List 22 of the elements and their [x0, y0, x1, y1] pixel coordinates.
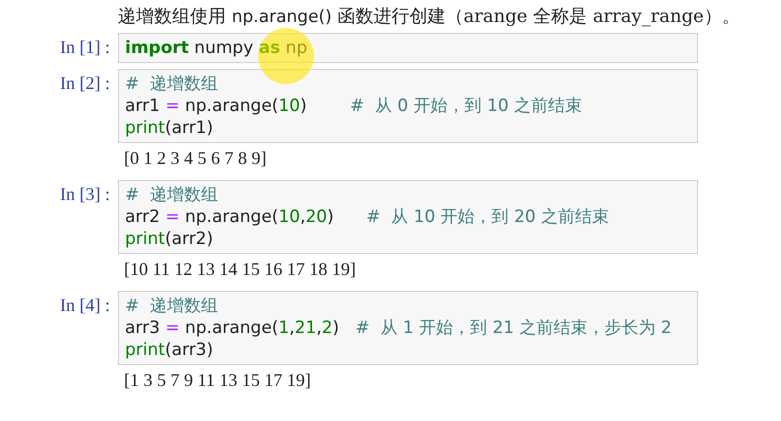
cell-output: [1 3 5 7 9 11 13 15 17 19]: [123, 369, 312, 392]
code-line: print(arr2): [125, 228, 214, 250]
cell-prompt: In [1] :: [60, 36, 110, 59]
code-line: arr3 = np.arange(1,21,2) # 从 1 开始，到 21 之前结束，步长为 2: [125, 317, 672, 339]
cell-output: [10 11 12 13 14 15 16 17 18 19]: [123, 258, 357, 281]
description-text: 递增数组使用 np.arange() 函数进行创建（arange 全称是 array_range）。: [118, 5, 740, 29]
code-line: import numpy as np: [125, 37, 308, 59]
code-line: arr1 = np.arange(10) # 从 0 开始，到 10 之前结束: [125, 95, 582, 117]
code-line: # 递增数组: [125, 184, 218, 206]
code-line: # 递增数组: [125, 295, 218, 317]
code-line: print(arr1): [125, 117, 214, 139]
code-cell[interactable]: # 递增数组 arr3 = np.arange(1,21,2) # 从 1 开始，到 21 之前结束，步长为 2 print(arr3): [118, 291, 698, 365]
code-cell[interactable]: # 递增数组 arr2 = np.arange(10,20) # 从 10 开始，到 20 之前结束 print(arr2): [118, 180, 698, 254]
code-line: arr2 = np.arange(10,20) # 从 10 开始，到 20 之前结束: [125, 206, 610, 228]
code-line: # 递增数组: [125, 73, 218, 95]
cell-prompt: In [3] :: [60, 183, 110, 206]
cell-prompt: In [4] :: [60, 294, 110, 317]
code-cell[interactable]: # 递增数组 arr1 = np.arange(10) # 从 0 开始，到 10 之前结束 print(arr1): [118, 69, 698, 143]
cell-output: [0 1 2 3 4 5 6 7 8 9]: [123, 147, 268, 170]
cell-prompt: In [2] :: [60, 72, 110, 95]
code-cell[interactable]: import numpy as np: [118, 33, 698, 63]
code-line: print(arr3): [125, 339, 214, 361]
